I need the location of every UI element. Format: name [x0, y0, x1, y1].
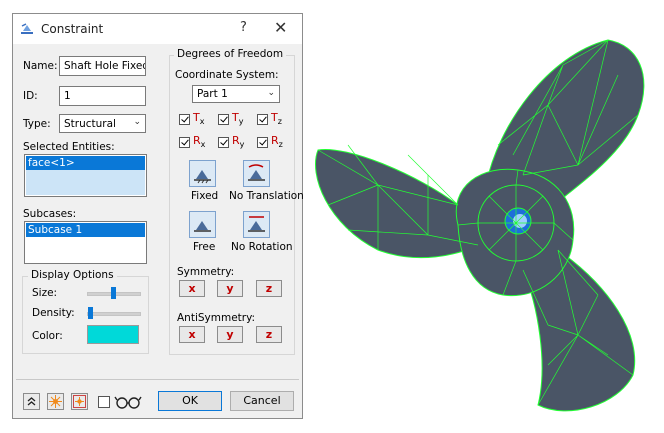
no-translation-label: No Translation — [229, 190, 304, 202]
star-burst-box-button[interactable] — [71, 393, 88, 410]
no-rotation-button[interactable] — [243, 211, 270, 238]
no-rotation-icon — [248, 216, 265, 232]
size-slider-thumb[interactable] — [111, 287, 116, 299]
name-field[interactable]: Shaft Hole Fixed — [59, 56, 146, 76]
expand-icon — [27, 397, 36, 406]
antisymmetry-z-button[interactable]: z — [256, 326, 282, 343]
type-select[interactable]: Structural ⌄ — [59, 114, 146, 133]
no-translation-icon — [248, 164, 265, 181]
free-label: Free — [193, 241, 216, 253]
dialog-title: Constraint — [41, 22, 104, 36]
antisymmetry-x-button[interactable]: x — [179, 326, 205, 343]
star-burst-button[interactable] — [47, 393, 64, 410]
density-slider-track[interactable] — [87, 312, 141, 316]
no-translation-button[interactable] — [243, 160, 270, 187]
display-options-title: Display Options — [28, 269, 117, 281]
color-swatch[interactable] — [87, 325, 139, 344]
star-burst-icon — [49, 395, 62, 408]
ok-button[interactable]: OK — [158, 391, 222, 411]
preview-checkbox[interactable] — [98, 396, 110, 408]
selected-entities-label: Selected Entities: — [23, 141, 115, 153]
star-burst-box-icon — [73, 395, 86, 408]
chevron-down-icon: ⌄ — [133, 117, 141, 127]
no-rotation-label: No Rotation — [231, 241, 293, 253]
chevron-down-icon: ⌄ — [267, 88, 275, 98]
subcases-list[interactable]: Subcase 1 — [24, 221, 147, 264]
symmetry-x-button[interactable]: x — [179, 280, 205, 297]
fixed-label: Fixed — [191, 190, 219, 202]
antisymmetry-label: AntiSymmetry: — [177, 312, 256, 324]
antisymmetry-y-button[interactable]: y — [217, 326, 243, 343]
fixed-button[interactable] — [189, 160, 216, 187]
free-button[interactable] — [189, 211, 216, 238]
footer-separator — [16, 379, 299, 380]
selected-entities-list[interactable]: face<1> — [24, 154, 147, 197]
symmetry-z-button[interactable]: z — [256, 280, 282, 297]
rx-label: Rx — [193, 134, 206, 150]
coord-system-value: Part 1 — [197, 88, 228, 100]
expand-button[interactable] — [23, 393, 40, 410]
list-item[interactable]: Subcase 1 — [26, 223, 145, 237]
rz-label: Rz — [271, 134, 283, 150]
tx-label: Tx — [193, 111, 205, 127]
coord-system-label: Coordinate System: — [175, 69, 279, 81]
color-label: Color: — [32, 330, 63, 342]
tz-checkbox[interactable] — [257, 114, 268, 125]
title-bar: Constraint ? ✕ — [13, 14, 302, 44]
constraint-dialog: Constraint ? ✕ Name: Shaft Hole Fixed ID… — [12, 13, 304, 419]
ry-checkbox[interactable] — [218, 137, 229, 148]
list-item[interactable]: face<1> — [26, 156, 145, 170]
id-label: ID: — [23, 90, 38, 102]
ty-checkbox[interactable] — [218, 114, 229, 125]
propeller-mesh-view[interactable] — [308, 35, 664, 433]
density-slider-thumb[interactable] — [87, 307, 93, 319]
type-select-value: Structural — [64, 118, 116, 130]
tx-checkbox[interactable] — [179, 114, 190, 125]
density-label: Density: — [32, 307, 75, 319]
symmetry-label: Symmetry: — [177, 266, 235, 278]
fixed-support-icon — [194, 170, 211, 184]
size-label: Size: — [32, 287, 58, 299]
ry-label: Ry — [232, 134, 245, 150]
tz-label: Tz — [271, 111, 282, 127]
close-button[interactable]: ✕ — [274, 18, 287, 37]
rz-checkbox[interactable] — [257, 137, 268, 148]
hub-shaft-hole-inner — [513, 214, 527, 228]
subcases-label: Subcases: — [23, 208, 77, 220]
constraint-app-icon — [21, 23, 33, 34]
rx-checkbox[interactable] — [179, 137, 190, 148]
id-field[interactable]: 1 — [59, 86, 146, 106]
name-label: Name: — [23, 60, 58, 72]
symmetry-y-button[interactable]: y — [217, 280, 243, 297]
coord-system-select[interactable]: Part 1 ⌄ — [192, 85, 280, 103]
dof-title: Degrees of Freedom — [174, 48, 287, 60]
free-support-icon — [194, 221, 211, 232]
help-button[interactable]: ? — [240, 20, 247, 35]
glasses-icon — [114, 396, 142, 409]
cancel-button[interactable]: Cancel — [230, 391, 294, 411]
type-label: Type: — [23, 118, 51, 130]
ty-label: Ty — [232, 111, 244, 127]
